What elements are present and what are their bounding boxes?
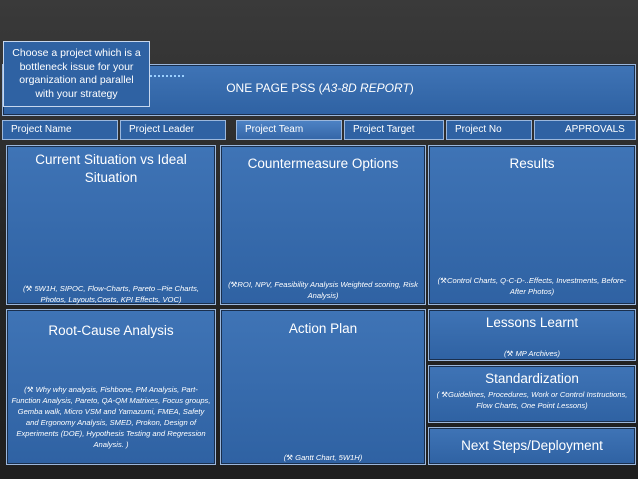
callout-line: organization and parallel	[19, 74, 134, 86]
callout-line: with your strategy	[35, 87, 118, 100]
tools-icon: ⚒	[506, 349, 514, 358]
card-current-situation: Current Situation vs Ideal Situation (⚒ …	[6, 145, 216, 305]
tab-approvals[interactable]: APPROVALS	[534, 120, 636, 140]
report-title: ONE PAGE PSS (A3-8D REPORT)	[226, 81, 414, 95]
tools-icon: ⚒	[441, 390, 449, 399]
card-title: Next Steps/Deployment	[461, 438, 603, 453]
project-choice-callout: Choose a project which is a bottleneck i…	[3, 41, 150, 107]
card-title: Current Situation vs Ideal Situation	[35, 152, 187, 185]
callout-connector	[150, 75, 184, 77]
card-note: (⚒ROI, NPV, Feasibility Analysis Weighte…	[228, 280, 418, 300]
card-note: (⚒ MP Archives)	[503, 349, 561, 358]
card-note: (⚒ 5W1H, SIPOC, Flow-Charts, Pareto –Pie…	[22, 284, 200, 304]
callout-line: bottleneck issue for your	[19, 60, 134, 73]
card-results: Results (⚒Control Charts, Q-C-D-..Effect…	[428, 145, 636, 305]
card-note: ( ⚒Guidelines, Procedures, Work or Contr…	[436, 390, 628, 410]
tab-project-leader[interactable]: Project Leader	[120, 120, 226, 140]
card-title: Countermeasure Options	[247, 156, 399, 171]
tools-icon: ⚒	[286, 453, 294, 462]
tab-project-no[interactable]: Project No	[446, 120, 532, 140]
card-root-cause: Root-Cause Analysis (⚒ Why why analysis,…	[6, 309, 216, 465]
card-action-plan: Action Plan (⚒ Gantt Chart, 5W1H)	[220, 309, 426, 465]
card-lessons-learnt: Lessons Learnt (⚒ MP Archives)	[428, 309, 636, 361]
card-note: (⚒ Gantt Chart, 5W1H)	[283, 453, 363, 462]
tools-icon: ⚒	[440, 276, 447, 285]
card-title: Root-Cause Analysis	[48, 323, 174, 338]
card-next-steps: Next Steps/Deployment	[428, 427, 636, 465]
tools-icon: ⚒	[26, 385, 34, 394]
card-note: (⚒ Why why analysis, Fishbone, PM Analys…	[11, 385, 211, 449]
tab-project-target[interactable]: Project Target	[344, 120, 444, 140]
callout-line: Choose a project which is a	[12, 47, 141, 59]
card-standardization: Standardization ( ⚒Guidelines, Procedure…	[428, 365, 636, 423]
card-title: Action Plan	[288, 321, 358, 336]
tab-project-name[interactable]: Project Name	[2, 120, 118, 140]
card-note: (⚒Control Charts, Q-C-D-..Effects, Inves…	[437, 276, 627, 296]
card-countermeasure: Countermeasure Options (⚒ROI, NPV, Feasi…	[220, 145, 426, 305]
card-title: Standardization	[485, 371, 579, 386]
card-title: Lessons Learnt	[485, 315, 579, 330]
tab-project-team[interactable]: Project Team	[236, 120, 342, 140]
tools-icon: ⚒	[25, 284, 33, 293]
card-title: Results	[509, 156, 555, 171]
